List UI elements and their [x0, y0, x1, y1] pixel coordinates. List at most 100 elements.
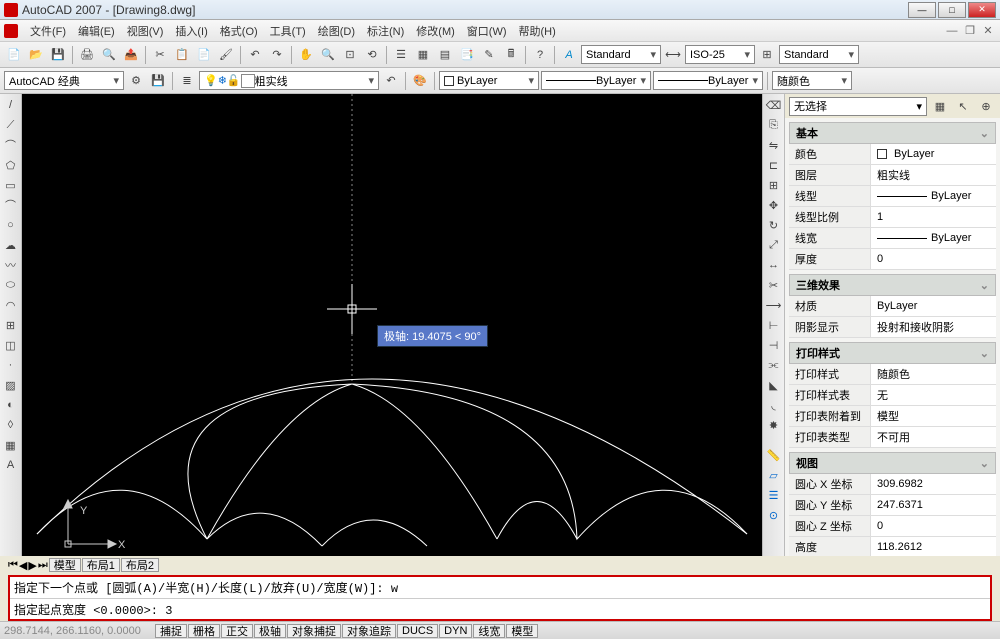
break-pt-icon[interactable]: ⊢: [765, 316, 783, 334]
mtext-icon[interactable]: A: [2, 456, 20, 474]
menu-modify[interactable]: 修改(M): [410, 21, 461, 41]
selection-combo[interactable]: 无选择▾: [789, 97, 927, 116]
prop-row[interactable]: 打印表附着到模型: [789, 406, 996, 427]
close-button[interactable]: ✕: [968, 2, 996, 18]
prop-value[interactable]: 309.6982: [871, 474, 996, 494]
rectangle-icon[interactable]: ▭: [2, 176, 20, 194]
hatch-icon[interactable]: ▨: [2, 376, 20, 394]
prop-value[interactable]: ByLayer: [871, 144, 996, 164]
open-icon[interactable]: 📂: [26, 45, 46, 65]
prop-row[interactable]: 打印样式随颜色: [789, 364, 996, 385]
calc-icon[interactable]: 🖩: [501, 45, 521, 65]
ellipse-arc-icon[interactable]: ◠: [2, 296, 20, 314]
plotstyle-combo[interactable]: 随颜色▾: [772, 71, 852, 90]
prop-value[interactable]: ByLayer: [871, 296, 996, 316]
prop-value[interactable]: 随颜色: [871, 364, 996, 384]
save-icon[interactable]: 💾: [48, 45, 68, 65]
extend-icon[interactable]: ⟶: [765, 296, 783, 314]
menu-format[interactable]: 格式(O): [214, 21, 264, 41]
prop-row[interactable]: 材质ByLayer: [789, 296, 996, 317]
toggle-pickadd-icon[interactable]: ⊕: [976, 96, 996, 116]
list-icon[interactable]: ☰: [765, 486, 783, 504]
menu-insert[interactable]: 插入(I): [169, 21, 213, 41]
ducs-toggle[interactable]: DUCS: [397, 624, 438, 638]
menu-file[interactable]: 文件(F): [24, 21, 72, 41]
prop-value[interactable]: ByLayer: [871, 186, 996, 206]
color-combo[interactable]: ByLayer▾: [439, 71, 539, 90]
id-icon[interactable]: ⊙: [765, 506, 783, 524]
prop-group-header[interactable]: 打印样式⌄: [789, 342, 996, 364]
zoom-rt-icon[interactable]: 🔍: [318, 45, 338, 65]
minimize-button[interactable]: —: [908, 2, 936, 18]
command-window[interactable]: 指定下一个点或 [圆弧(A)/半宽(H)/长度(L)/放弃(U)/宽度(W)]:…: [8, 575, 992, 621]
help-icon[interactable]: ?: [530, 45, 550, 65]
rotate-icon[interactable]: ↻: [765, 216, 783, 234]
command-input-line[interactable]: 指定起点宽度 <0.0000>: 3: [10, 599, 990, 620]
grid-toggle[interactable]: 栅格: [188, 624, 220, 638]
menu-dim[interactable]: 标注(N): [361, 21, 410, 41]
scale-icon[interactable]: ⤢: [765, 236, 783, 254]
model-toggle[interactable]: 模型: [506, 624, 538, 638]
area-icon[interactable]: ▱: [765, 466, 783, 484]
menu-edit[interactable]: 编辑(E): [72, 21, 121, 41]
revcloud-icon[interactable]: ☁: [2, 236, 20, 254]
print-icon[interactable]: 🖨: [77, 45, 97, 65]
workspace-settings-icon[interactable]: ⚙: [126, 71, 146, 91]
select-objects-icon[interactable]: ↖: [953, 96, 973, 116]
dcenter-icon[interactable]: ▦: [413, 45, 433, 65]
table-style-combo[interactable]: Standard▾: [779, 45, 859, 64]
prop-row[interactable]: 阴影显示投射和接收阴影: [789, 317, 996, 338]
chamfer-icon[interactable]: ◣: [765, 376, 783, 394]
dyn-toggle[interactable]: DYN: [439, 624, 472, 638]
ortho-toggle[interactable]: 正交: [221, 624, 253, 638]
ellipse-icon[interactable]: ⬭: [2, 276, 20, 294]
tab-nav-next[interactable]: ▶: [28, 559, 36, 572]
menu-draw[interactable]: 绘图(D): [312, 21, 361, 41]
prop-value[interactable]: 1: [871, 207, 996, 227]
lineweight-combo[interactable]: ByLayer▾: [653, 71, 763, 90]
text-style-icon[interactable]: A: [559, 45, 579, 65]
polygon-icon[interactable]: ⬠: [2, 156, 20, 174]
lwt-toggle[interactable]: 线宽: [473, 624, 505, 638]
tab-nav-first[interactable]: ⏮: [8, 559, 18, 572]
menu-help[interactable]: 帮助(H): [513, 21, 562, 41]
prop-value[interactable]: 模型: [871, 406, 996, 426]
prop-value[interactable]: 247.6371: [871, 495, 996, 515]
props-icon[interactable]: ☰: [391, 45, 411, 65]
prop-value[interactable]: 0: [871, 249, 996, 269]
markup-icon[interactable]: ✎: [479, 45, 499, 65]
copy-obj-icon[interactable]: ⎘: [765, 116, 783, 134]
coordinate-display[interactable]: 298.7144, 266.1160, 0.0000: [4, 625, 154, 637]
prop-row[interactable]: 图层粗实线: [789, 165, 996, 186]
prop-row[interactable]: 线宽 ByLayer: [789, 228, 996, 249]
join-icon[interactable]: ⫘: [765, 356, 783, 374]
point-icon[interactable]: ·: [2, 356, 20, 374]
tab-layout1[interactable]: 布局1: [82, 558, 120, 572]
prop-group-header[interactable]: 视图⌄: [789, 452, 996, 474]
gradient-icon[interactable]: ◐: [2, 396, 20, 414]
paste-icon[interactable]: 📄: [194, 45, 214, 65]
xline-icon[interactable]: ⟋: [2, 116, 20, 134]
snap-toggle[interactable]: 捕捉: [155, 624, 187, 638]
doc-minimize-icon[interactable]: —: [944, 24, 960, 38]
menu-tools[interactable]: 工具(T): [264, 21, 312, 41]
move-icon[interactable]: ✥: [765, 196, 783, 214]
otrack-toggle[interactable]: 对象追踪: [342, 624, 396, 638]
copy-icon[interactable]: 📋: [172, 45, 192, 65]
prop-row[interactable]: 打印样式表无: [789, 385, 996, 406]
pline-icon[interactable]: ⌒: [2, 136, 20, 154]
tab-nav-prev[interactable]: ◀: [19, 559, 27, 572]
workspace-combo[interactable]: AutoCAD 经典▾: [4, 71, 124, 90]
drawing-canvas[interactable]: Y X 极轴: 19.4075 < 90°: [22, 94, 762, 556]
mirror-icon[interactable]: ⇋: [765, 136, 783, 154]
table-style-icon[interactable]: ⊞: [757, 45, 777, 65]
maximize-button[interactable]: □: [938, 2, 966, 18]
prop-row[interactable]: 圆心 Y 坐标247.6371: [789, 495, 996, 516]
layer-manager-icon[interactable]: ≣: [177, 71, 197, 91]
linetype-combo[interactable]: ByLayer▾: [541, 71, 651, 90]
prop-row[interactable]: 颜色ByLayer: [789, 144, 996, 165]
arc-icon[interactable]: ⌒: [2, 196, 20, 214]
publish-icon[interactable]: 📤: [121, 45, 141, 65]
prop-value[interactable]: 无: [871, 385, 996, 405]
prop-value[interactable]: 0: [871, 516, 996, 536]
